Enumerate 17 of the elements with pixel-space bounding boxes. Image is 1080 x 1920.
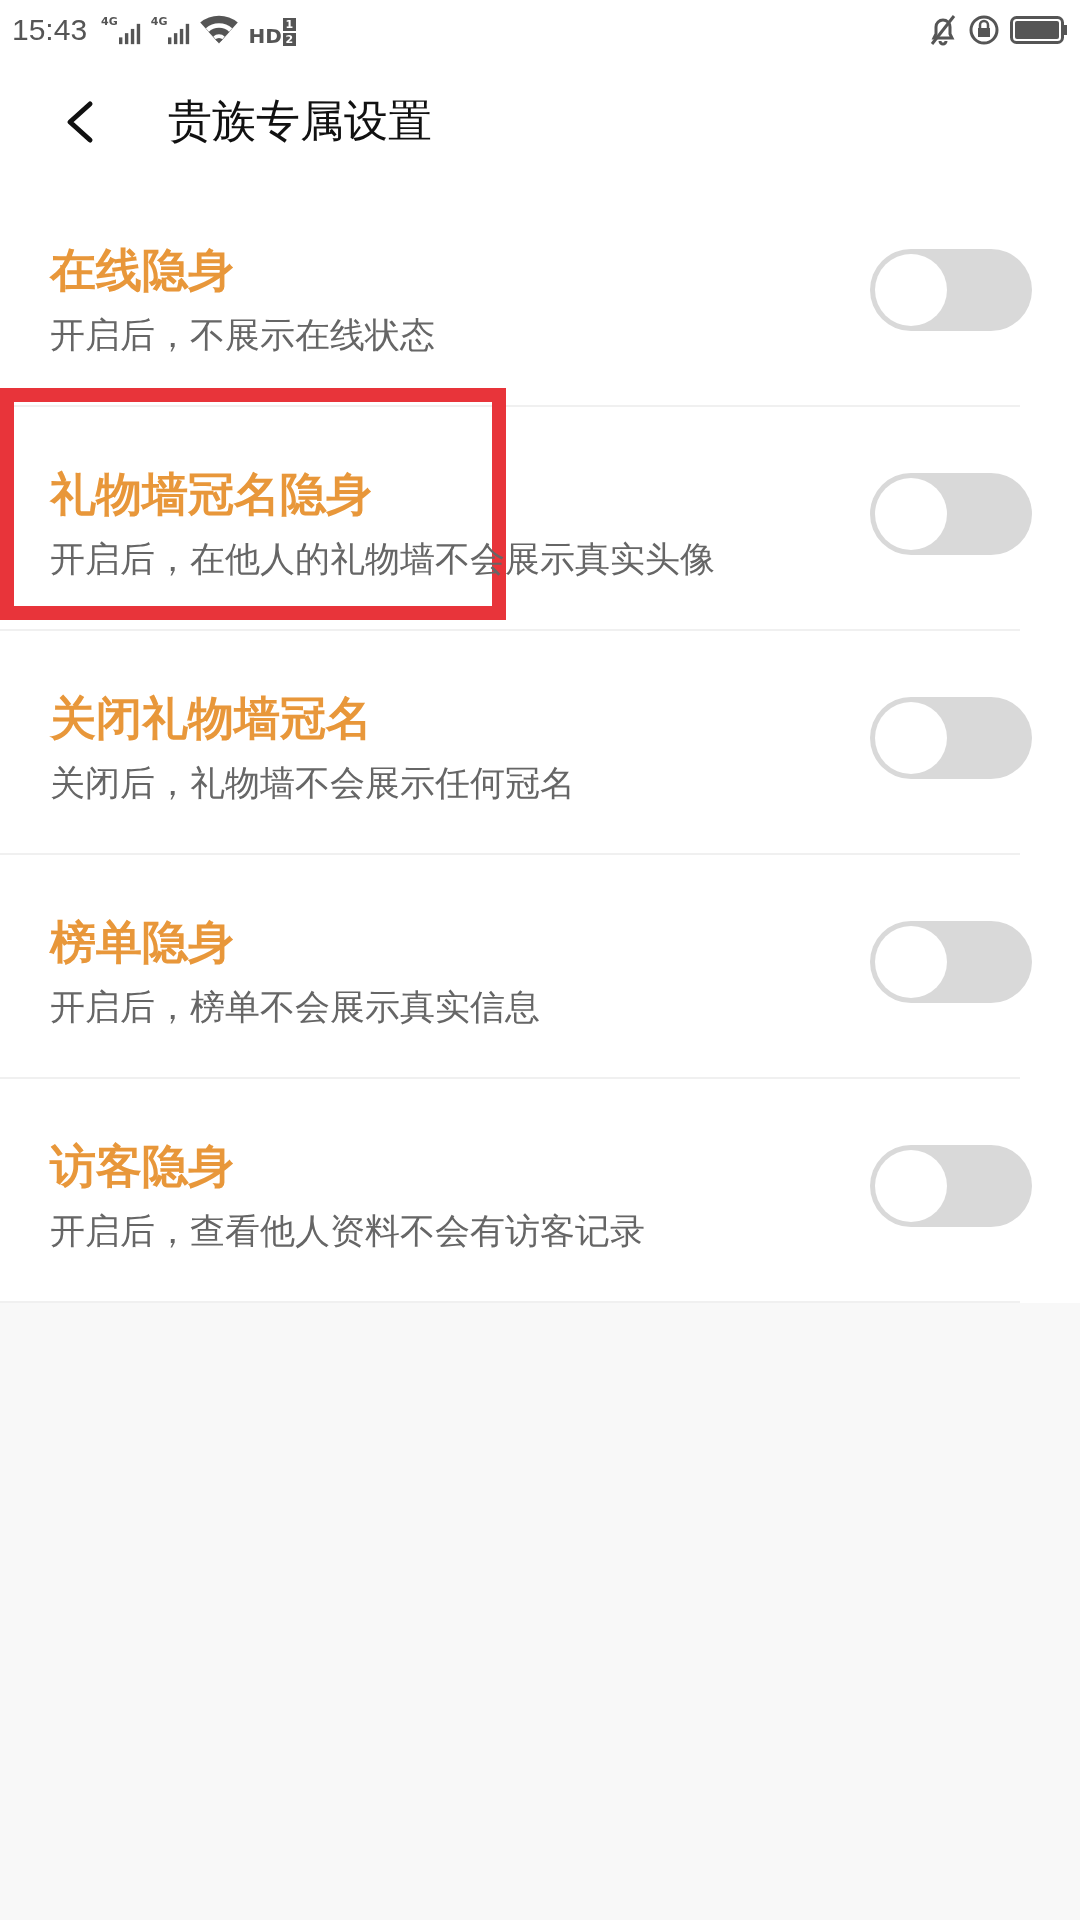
muted-bell-icon [928, 14, 958, 46]
wifi-icon [200, 15, 239, 45]
setting-title: 访客隐身 [50, 1139, 235, 1193]
setting-title: 礼物墙冠名隐身 [50, 467, 373, 521]
signal-indicator: 4G [150, 15, 191, 45]
setting-description: 开启后，不展示在线状态 [50, 315, 435, 355]
setting-description: 开启后，榜单不会展示真实信息 [50, 987, 540, 1027]
setting-description: 开启后，查看他人资料不会有访客记录 [50, 1211, 645, 1251]
rotation-lock-icon [968, 14, 1000, 46]
setting-title: 在线隐身 [50, 243, 235, 297]
clock-time: 15:43 [12, 13, 88, 47]
setting-description: 关闭后，礼物墙不会展示任何冠名 [50, 763, 575, 803]
setting-title: 榜单隐身 [50, 915, 235, 969]
battery-icon [1010, 16, 1068, 44]
page-title: 贵族专属设置 [168, 94, 432, 148]
setting-title: 关闭礼物墙冠名 [50, 691, 373, 745]
signal-indicator: 4G [101, 15, 141, 45]
